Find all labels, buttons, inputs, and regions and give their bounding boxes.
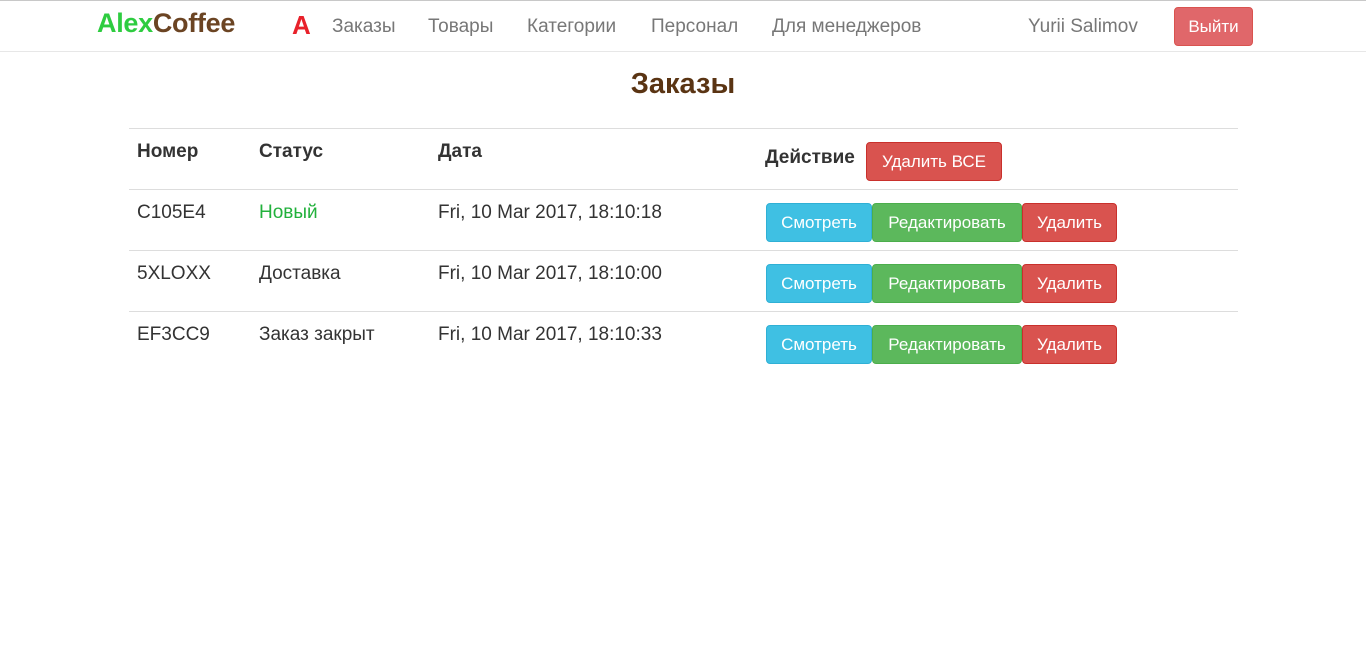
- current-user-name: Yurii Salimov: [1028, 16, 1138, 37]
- logout-button[interactable]: Выйти: [1174, 7, 1253, 46]
- order-status: Доставка: [259, 263, 341, 284]
- order-date: Fri, 10 Mar 2017, 18:10:33: [438, 324, 662, 345]
- brand-name-part1: Alex: [97, 8, 153, 38]
- table-top-border: [129, 128, 1238, 129]
- brand-logo[interactable]: AlexCoffee: [97, 8, 235, 39]
- delete-button[interactable]: Удалить: [1022, 203, 1117, 242]
- edit-button[interactable]: Редактировать: [872, 325, 1022, 364]
- order-status: Заказ закрыт: [259, 324, 375, 345]
- brand-name-part2: Coffee: [152, 8, 236, 38]
- delete-all-button[interactable]: Удалить ВСЕ: [866, 142, 1002, 181]
- row-divider: [129, 250, 1238, 251]
- edit-button[interactable]: Редактировать: [872, 203, 1022, 242]
- table-header-divider: [129, 189, 1238, 190]
- nav-link-products[interactable]: Товары: [428, 16, 493, 38]
- edit-button[interactable]: Редактировать: [872, 264, 1022, 303]
- delete-button[interactable]: Удалить: [1022, 325, 1117, 364]
- row-divider: [129, 311, 1238, 312]
- nav-link-managers[interactable]: Для менеджеров: [772, 16, 921, 38]
- order-number: EF3CC9: [137, 324, 210, 345]
- order-status: Новый: [259, 202, 318, 223]
- nav-link-staff[interactable]: Персонал: [651, 16, 738, 38]
- column-header-date: Дата: [438, 141, 482, 162]
- brand-mark-icon: A: [292, 10, 311, 40]
- nav-link-orders[interactable]: Заказы: [332, 16, 396, 38]
- view-button[interactable]: Смотреть: [766, 264, 872, 303]
- order-number: 5XLOXX: [137, 263, 211, 284]
- page-title: Заказы: [630, 68, 736, 100]
- view-button[interactable]: Смотреть: [766, 325, 872, 364]
- order-date: Fri, 10 Mar 2017, 18:10:18: [438, 202, 662, 223]
- navbar: AlexCoffee A Заказы Товары Категории Пер…: [0, 0, 1366, 52]
- column-header-number: Номер: [137, 141, 199, 162]
- order-number: C105E4: [137, 202, 206, 223]
- nav-link-categories[interactable]: Категории: [527, 16, 616, 38]
- order-date: Fri, 10 Mar 2017, 18:10:00: [438, 263, 662, 284]
- view-button[interactable]: Смотреть: [766, 203, 872, 242]
- column-header-status: Статус: [259, 141, 324, 162]
- column-header-action: Действие: [765, 147, 855, 168]
- delete-button[interactable]: Удалить: [1022, 264, 1117, 303]
